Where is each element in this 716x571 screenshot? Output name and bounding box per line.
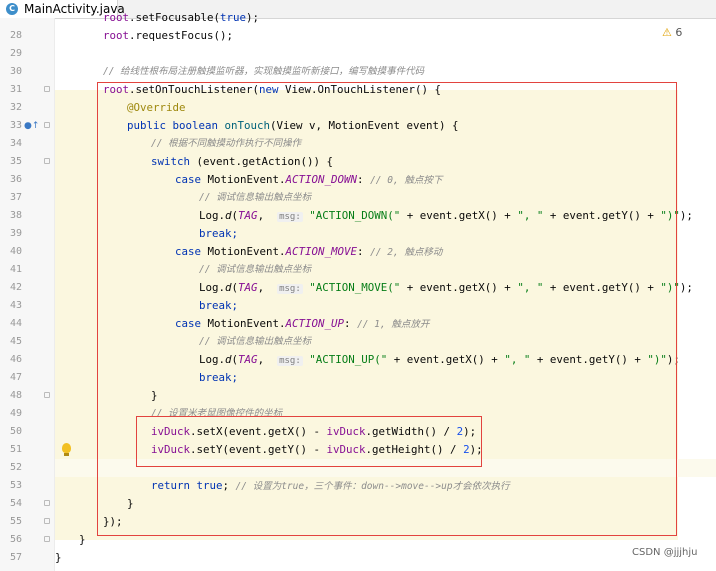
line-number: 35: [9, 156, 22, 167]
line-number: 41: [9, 264, 22, 275]
line-number: 48: [9, 390, 22, 401]
line-number: 57: [9, 552, 22, 563]
line-number: 43: [9, 300, 22, 311]
fold-icon[interactable]: [44, 500, 50, 506]
line-number: 29: [9, 48, 22, 59]
line-number: 40: [9, 246, 22, 257]
fold-icon[interactable]: [44, 86, 50, 92]
line-number: 55: [9, 516, 22, 527]
line-number: 44: [9, 318, 22, 329]
line-number: 45: [9, 336, 22, 347]
fold-icon[interactable]: [44, 122, 50, 128]
line-number: 49: [9, 408, 22, 419]
lightbulb-icon[interactable]: [62, 443, 71, 456]
watermark: CSDN @jjjhju: [632, 547, 698, 558]
code-editor[interactable]: ⚠ 6 root.setFocusable(true); 28 root.req…: [0, 11, 716, 571]
line-number: 30: [9, 66, 22, 77]
line-number: 38: [9, 210, 22, 221]
code-line: 29: [0, 45, 716, 63]
line-number: 53: [9, 480, 22, 491]
code-comment: // 给线性根布局注册触摸监听器，实现触摸监听新接口，编写触摸事件代码: [103, 66, 425, 77]
fold-icon[interactable]: [44, 536, 50, 542]
line-number: 56: [9, 534, 22, 545]
code-line: 57 }: [0, 549, 716, 567]
line-number: 33: [9, 120, 22, 131]
line-number: 50: [9, 426, 22, 437]
line-number: 46: [9, 354, 22, 365]
line-number: 34: [9, 138, 22, 149]
line-number: 31: [9, 84, 22, 95]
line-number: 36: [9, 174, 22, 185]
code-line: 28 root.requestFocus();: [0, 27, 716, 45]
line-number: 37: [9, 192, 22, 203]
annotation-box-set-position: [136, 416, 482, 467]
fold-icon[interactable]: [44, 518, 50, 524]
override-icon[interactable]: ●↑: [24, 120, 39, 132]
fold-icon[interactable]: [44, 392, 50, 398]
line-number: 32: [9, 102, 22, 113]
line-number: 39: [9, 228, 22, 239]
line-number: 28: [9, 30, 22, 41]
line-number: 54: [9, 498, 22, 509]
line-number: 42: [9, 282, 22, 293]
code-line: root.setFocusable(true);: [103, 11, 260, 24]
line-number: 47: [9, 372, 22, 383]
line-number: 51: [9, 444, 22, 455]
fold-icon[interactable]: [44, 158, 50, 164]
annotation-box-listener: [97, 82, 677, 536]
code-line: 30 // 给线性根布局注册触摸监听器，实现触摸监听新接口，编写触摸事件代码: [0, 63, 716, 81]
line-number: 52: [9, 462, 22, 473]
